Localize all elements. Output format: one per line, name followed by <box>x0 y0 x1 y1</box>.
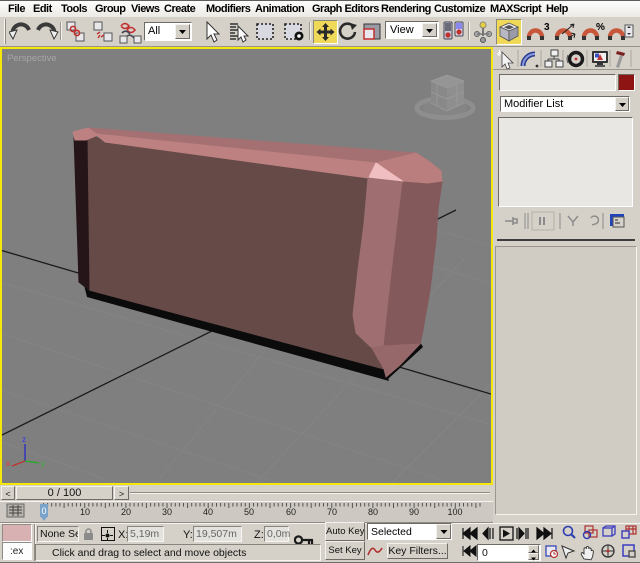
svg-text:40: 40 <box>203 507 213 517</box>
svg-text:%: % <box>596 22 605 33</box>
svg-text:50: 50 <box>244 507 254 517</box>
svg-text:90: 90 <box>409 507 419 517</box>
svg-text:70: 70 <box>327 507 337 517</box>
svg-text:60: 60 <box>286 507 296 517</box>
svg-text:3: 3 <box>544 22 550 33</box>
svg-text:20: 20 <box>121 507 131 517</box>
svg-text:x: x <box>6 459 10 468</box>
svg-text:z: z <box>22 435 26 444</box>
svg-text:y: y <box>41 459 45 468</box>
svg-text:100: 100 <box>447 507 462 517</box>
svg-text:30: 30 <box>162 507 172 517</box>
svg-text:0: 0 <box>41 506 46 516</box>
svg-text:10: 10 <box>80 507 90 517</box>
svg-text:80: 80 <box>368 507 378 517</box>
